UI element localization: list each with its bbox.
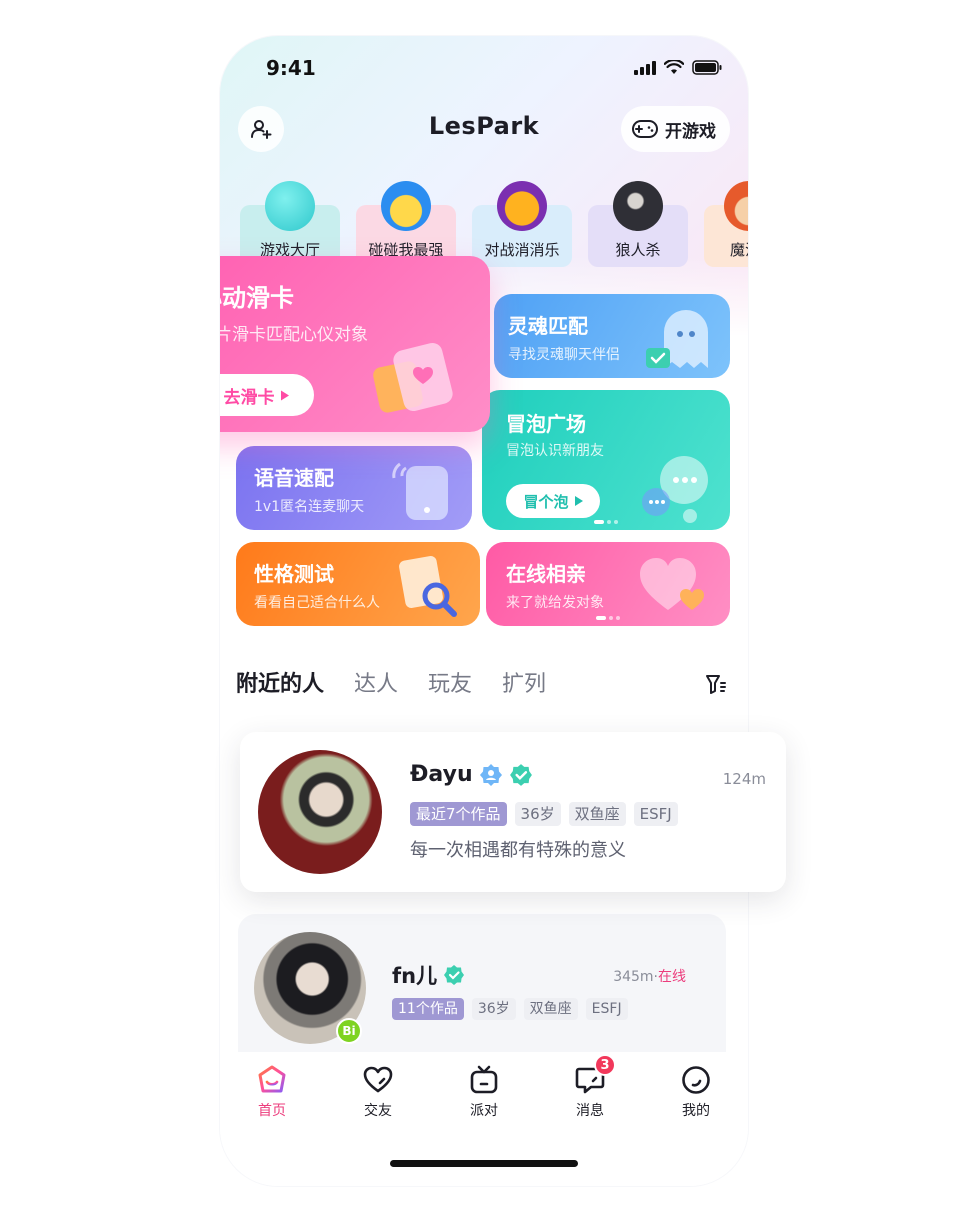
card-title: 灵魂匹配 [508, 314, 588, 338]
game-label: 狼人杀 [615, 241, 661, 259]
card-subtitle: 照片滑卡匹配心仪对象 [220, 325, 368, 345]
home-indicator [390, 1160, 578, 1167]
tab-nearby[interactable]: 附近的人 [236, 666, 324, 698]
werewolf-mascot-icon [613, 181, 663, 231]
verified-icon [444, 965, 465, 985]
tag-mbti: ESFJ [633, 802, 678, 826]
card-swipe[interactable]: 心动滑卡 照片滑卡匹配心仪对象 去滑卡 [220, 256, 490, 432]
card-online-dating[interactable]: 在线相亲 来了就给发对象 [486, 542, 730, 626]
cellular-signal-icon [634, 60, 656, 75]
monster-mascot-icon [497, 181, 547, 231]
online-status: 在线 [658, 969, 686, 985]
card-title: 语音速配 [254, 466, 334, 490]
heart-outline-icon [363, 1066, 393, 1093]
nav-label: 消息 [576, 1103, 604, 1119]
play-arrow-icon [574, 496, 583, 506]
person-name: Đayu [410, 762, 473, 787]
ghost-icon [646, 310, 708, 368]
card-personality-test[interactable]: 性格测试 看看自己适合什么人 [236, 542, 480, 626]
magnifier-document-icon [399, 556, 457, 617]
nav-label: 首页 [258, 1103, 286, 1119]
nav-label: 交友 [364, 1103, 392, 1119]
card-subtitle: 看看自己适合什么人 [254, 595, 380, 611]
profile-icon [682, 1066, 710, 1094]
card-title: 冒泡广场 [506, 412, 586, 436]
verified-icon [509, 763, 532, 786]
message-count-badge: 3 [594, 1054, 616, 1076]
tag-age: 36岁 [514, 802, 561, 826]
orientation-badge: Bi [336, 1018, 362, 1044]
card-subtitle: 冒泡认识新朋友 [506, 443, 604, 459]
nav-home[interactable]: 首页 [232, 1064, 312, 1120]
person-card-1[interactable]: Đayu 124m 最近7个作品 36岁 双鱼座 ESFJ 每一次相遇都有特殊的… [240, 732, 786, 892]
messages-icon-wrap: 3 [574, 1054, 616, 1096]
carousel-dots [594, 520, 618, 524]
nav-party[interactable]: 派对 [444, 1064, 524, 1120]
distance-status: 345m·在线 [613, 966, 686, 986]
card-subtitle: 1v1匿名连麦聊天 [254, 499, 365, 515]
tag-zodiac: 双鱼座 [568, 802, 626, 826]
start-game-button[interactable]: 开游戏 [621, 106, 730, 152]
wifi-icon [664, 60, 684, 74]
status-time: 9:41 [266, 56, 316, 80]
person-name-row: fn儿 [392, 960, 465, 990]
status-icons [634, 60, 722, 75]
tag-works: 最近7个作品 [410, 802, 507, 826]
tab-playmates[interactable]: 玩友 [428, 666, 472, 698]
person-name: fn儿 [392, 964, 438, 988]
home-icon [258, 1065, 286, 1093]
phone-screen: 9:41 LesPark 开游戏 游戏大厅 碰碰我最强 对战消消乐 狼人杀 魔 … [220, 36, 748, 1186]
go-swipe-button[interactable]: 去滑卡 [220, 374, 314, 416]
card-subtitle: 来了就给发对象 [506, 595, 604, 611]
play-arrow-icon [280, 390, 289, 400]
battery-icon [692, 60, 722, 75]
avatar [258, 750, 382, 874]
nav-messages[interactable]: 3 消息 [550, 1054, 630, 1120]
tag-age: 36岁 [471, 998, 516, 1020]
filter-icon[interactable] [704, 672, 728, 696]
photo-cards-icon [373, 342, 453, 413]
card-title: 在线相亲 [506, 562, 586, 586]
gamepad-mascot-icon [265, 181, 315, 231]
person-tags: 最近7个作品 36岁 双鱼座 ESFJ [410, 802, 678, 826]
card-soul-match[interactable]: 灵魂匹配 寻找灵魂聊天伴侣 [494, 294, 730, 378]
bumper-mascot-icon [381, 181, 431, 231]
distance: 345m [613, 969, 654, 985]
game-strip: 游戏大厅 碰碰我最强 对战消消乐 狼人杀 魔法之 [240, 181, 748, 267]
vip-badge-icon [479, 763, 502, 786]
tab-expand[interactable]: 扩列 [502, 666, 546, 698]
go-swipe-label: 去滑卡 [223, 387, 275, 408]
tab-experts[interactable]: 达人 [354, 666, 398, 698]
person-tags: 11个作品 36岁 双鱼座 ESFJ [392, 998, 628, 1020]
distance: 124m [722, 770, 766, 788]
start-game-label: 开游戏 [665, 121, 716, 142]
tag-zodiac: 双鱼座 [523, 998, 578, 1020]
card-title: 性格测试 [254, 562, 334, 586]
heart-icon [640, 558, 704, 610]
card-bubble-square[interactable]: 冒泡广场 冒泡认识新朋友 冒个泡 [482, 390, 730, 530]
person-name-row: Đayu [410, 762, 533, 787]
card-title: 心动滑卡 [220, 284, 294, 312]
bubble-button-label: 冒个泡 [523, 492, 569, 511]
chat-bubbles-icon [642, 456, 708, 523]
gamepad-icon [632, 120, 658, 138]
carousel-dots [596, 616, 620, 620]
game-label-text: 魔法之 [730, 241, 748, 259]
tag-mbti: ESFJ [585, 998, 628, 1020]
game-label: 魔法之 [690, 239, 748, 260]
tv-icon [470, 1065, 498, 1094]
person-bio: 每一次相遇都有特殊的意义 [410, 840, 626, 861]
card-voice-match[interactable]: 语音速配 1v1匿名连麦聊天 [236, 446, 472, 530]
game-label: 对战消消乐 [484, 241, 560, 259]
bubble-button[interactable]: 冒个泡 [506, 484, 600, 518]
nav-label: 派对 [470, 1103, 498, 1119]
nav-profile[interactable]: 我的 [656, 1064, 736, 1120]
tag-works: 11个作品 [392, 998, 464, 1020]
nav-friends[interactable]: 交友 [338, 1064, 418, 1120]
card-subtitle: 寻找灵魂聊天伴侣 [508, 347, 620, 363]
nav-label: 我的 [682, 1103, 710, 1119]
phone-call-icon [392, 462, 448, 520]
people-tabs: 附近的人 达人 玩友 扩列 [236, 666, 546, 698]
